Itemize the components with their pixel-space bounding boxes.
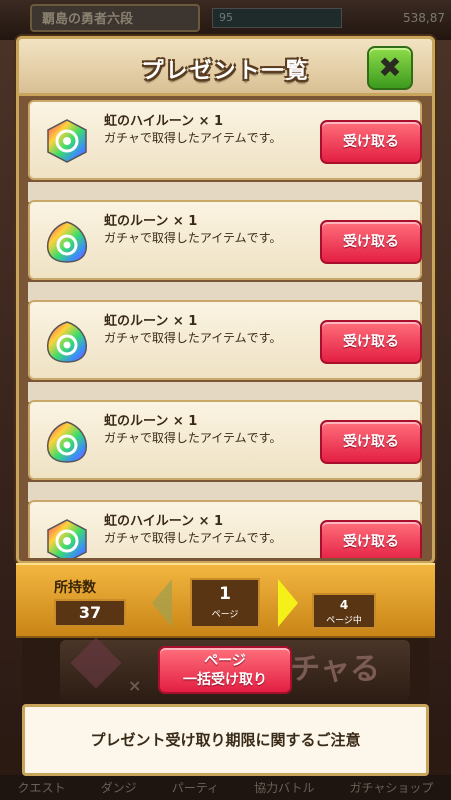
item-description: ガチャで取得したアイテムです。 <box>104 331 282 345</box>
multiply-icon: × <box>128 676 142 695</box>
receive-button[interactable]: 受け取る <box>320 320 422 364</box>
divider <box>28 182 422 202</box>
bulk-receive-button[interactable]: ページ 一括受け取り <box>158 646 292 694</box>
current-page-number: 1 <box>219 584 231 604</box>
item-name: 虹のハイルーン × 1 <box>104 114 224 129</box>
item-name: 虹のルーン × 1 <box>104 314 198 329</box>
total-pages-unit: ページ中 <box>326 616 362 626</box>
list-item: 虹のルーン × 1 ガチャで取得したアイテムです。 受け取る <box>28 300 422 380</box>
bulk-receive-line2: 一括受け取り <box>183 672 267 688</box>
coin-count: 538,87 <box>403 11 445 25</box>
expiry-notice-button[interactable]: プレゼント受け取り期限に関するご注意 <box>22 704 429 776</box>
receive-button[interactable]: 受け取る <box>320 120 422 164</box>
rainbow-rune-icon <box>46 221 88 263</box>
pager-bar: 所持数 37 1 ページ 4 ページ中 <box>16 563 435 638</box>
rainbow-high-rune-icon <box>47 119 87 163</box>
bottom-nav: クエスト ダンジ パーティ 協力バトル ガチャショップ <box>0 775 451 800</box>
nav-quest: クエスト <box>17 781 66 795</box>
current-page-unit: ページ <box>211 610 239 620</box>
divider <box>28 382 422 402</box>
rainbow-high-rune-icon <box>47 519 87 558</box>
list-item: 虹のルーン × 1 ガチャで取得したアイテムです。 受け取る <box>28 400 422 480</box>
bulk-receive-line1: ページ <box>204 653 246 669</box>
owned-count-value: 37 <box>54 599 126 627</box>
present-list[interactable]: 虹のハイルーン × 1 ガチャで取得したアイテムです。 受け取る 虹のルーン ×… <box>22 96 429 558</box>
total-pages-number: 4 <box>339 598 349 612</box>
nav-dungeon: ダンジ <box>100 781 137 795</box>
item-description: ガチャで取得したアイテムです。 <box>104 131 282 145</box>
rainbow-rune-icon <box>46 421 88 463</box>
divider <box>28 282 422 302</box>
nav-shop: ガチャショップ <box>349 781 434 795</box>
total-pages-box: 4 ページ中 <box>312 593 376 629</box>
item-name: 虹のルーン × 1 <box>104 214 198 229</box>
divider <box>28 482 422 502</box>
list-item: 虹のハイルーン × 1 ガチャで取得したアイテムです。 受け取る <box>28 100 422 180</box>
receive-button[interactable]: 受け取る <box>320 520 422 558</box>
close-icon: ✖ <box>378 51 402 84</box>
nav-coop: 協力バトル <box>254 781 315 795</box>
next-page-arrow-icon[interactable] <box>278 579 298 627</box>
prev-page-arrow-icon[interactable] <box>152 579 172 627</box>
item-description: ガチャで取得したアイテムです。 <box>104 531 282 545</box>
receive-button[interactable]: 受け取る <box>320 420 422 464</box>
owned-count-label: 所持数 <box>54 580 96 596</box>
list-item: 虹のルーン × 1 ガチャで取得したアイテムです。 受け取る <box>28 200 422 280</box>
rank-title: 覇島の勇者六段 <box>30 4 200 32</box>
receive-button[interactable]: 受け取る <box>320 220 422 264</box>
item-description: ガチャで取得したアイテムです。 <box>104 431 282 445</box>
item-description: ガチャで取得したアイテムです。 <box>104 231 282 245</box>
close-button[interactable]: ✖ <box>367 46 413 90</box>
list-item: 虹のハイルーン × 1 ガチャで取得したアイテムです。 受け取る <box>28 500 422 558</box>
stamina-bar: 95 <box>212 8 342 28</box>
rainbow-rune-icon <box>46 321 88 363</box>
nav-party: パーティ <box>171 781 219 795</box>
item-name: 虹のルーン × 1 <box>104 414 198 429</box>
current-page-box: 1 ページ <box>190 578 260 628</box>
item-name: 虹のハイルーン × 1 <box>104 514 224 529</box>
